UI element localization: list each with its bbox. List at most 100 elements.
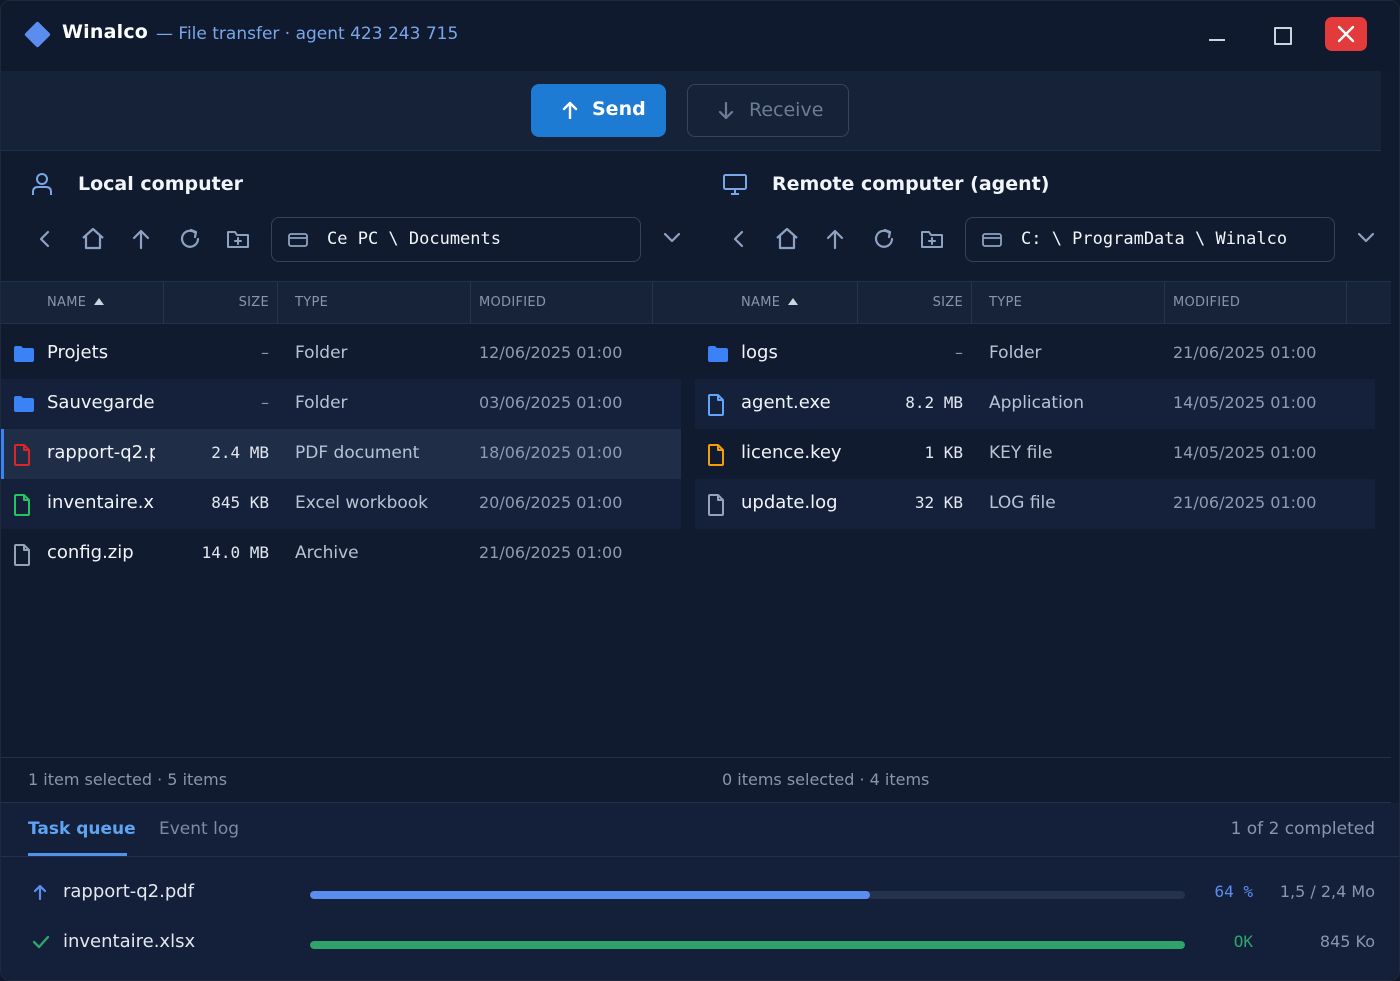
file-row[interactable]: logs – Folder 21/06/2025 01:00 bbox=[695, 329, 1375, 379]
column-header-size[interactable]: SIZE bbox=[163, 282, 269, 324]
folder-icon bbox=[707, 345, 729, 367]
local-path-field[interactable]: Ce PC \ Documents bbox=[271, 217, 641, 262]
column-header-name[interactable]: NAME bbox=[741, 282, 799, 324]
file-row[interactable]: Sauvegardes – Folder 03/06/2025 01:00 bbox=[1, 379, 681, 429]
file-modified: 21/06/2025 01:00 bbox=[479, 543, 623, 562]
file-size: 32 KB bbox=[914, 493, 963, 512]
minimize-button[interactable] bbox=[1207, 23, 1229, 45]
task-row[interactable]: inventaire.xlsx OK 845 Ko bbox=[1, 917, 1399, 967]
remote-table-header: NAME SIZE TYPE MODIFIED bbox=[691, 281, 1391, 324]
file-type: Application bbox=[989, 393, 1084, 413]
monitor-icon bbox=[723, 174, 747, 195]
parent-folder-icon[interactable] bbox=[822, 226, 848, 252]
key-file-icon bbox=[707, 444, 725, 470]
upload-arrow-icon bbox=[33, 884, 47, 900]
progress-fill bbox=[310, 891, 870, 899]
title-bar: Winalco — File transfer · agent 423 243 … bbox=[1, 1, 1399, 71]
file-size: – bbox=[261, 343, 269, 362]
receive-button[interactable]: Receive bbox=[687, 84, 849, 137]
file-name: config.zip bbox=[47, 542, 134, 563]
column-header-name[interactable]: NAME bbox=[47, 282, 105, 324]
file-modified: 18/06/2025 01:00 bbox=[479, 443, 623, 462]
task-row[interactable]: rapport-q2.pdf 64 % 1,5 / 2,4 Mo bbox=[1, 867, 1399, 917]
remote-panel: Remote computer (agent) C: \ ProgramData… bbox=[691, 151, 1399, 757]
file-row[interactable]: licence.key 1 KB KEY file 14/05/2025 01:00 bbox=[695, 429, 1375, 479]
task-bytes: 845 Ko bbox=[1319, 932, 1375, 951]
window-subtitle: — File transfer · agent 423 243 715 bbox=[156, 24, 459, 44]
home-icon[interactable] bbox=[80, 226, 106, 252]
sort-ascending-icon bbox=[94, 298, 105, 305]
new-folder-icon[interactable] bbox=[919, 226, 945, 252]
file-modified: 21/06/2025 01:00 bbox=[1173, 493, 1317, 512]
new-folder-icon[interactable] bbox=[225, 226, 251, 252]
app-window: Winalco — File transfer · agent 423 243 … bbox=[0, 0, 1400, 981]
tab-task-queue[interactable]: Task queue bbox=[28, 819, 136, 839]
progress-fill bbox=[310, 941, 1185, 949]
local-path-text: Ce PC \ Documents bbox=[327, 229, 501, 249]
file-type: KEY file bbox=[989, 443, 1053, 463]
local-status-text: 1 item selected · 5 items bbox=[28, 770, 228, 789]
receive-button-label: Receive bbox=[749, 99, 824, 121]
file-modified: 21/06/2025 01:00 bbox=[1173, 343, 1317, 362]
file-type: PDF document bbox=[295, 443, 420, 463]
file-size: 14.0 MB bbox=[201, 543, 269, 562]
tab-event-log[interactable]: Event log bbox=[159, 819, 239, 839]
archive-file-icon bbox=[13, 544, 31, 570]
file-size: 8.2 MB bbox=[905, 393, 963, 412]
log-file-icon bbox=[707, 494, 725, 520]
folder-icon bbox=[13, 345, 35, 367]
back-icon[interactable] bbox=[32, 226, 58, 252]
chevron-down-icon[interactable] bbox=[1356, 231, 1376, 245]
arrow-up-icon bbox=[562, 101, 578, 119]
column-header-modified[interactable]: MODIFIED bbox=[1173, 282, 1240, 324]
file-row[interactable]: inventaire.xlsx 845 KB Excel workbook 20/06… bbox=[1, 479, 681, 529]
maximize-button[interactable] bbox=[1270, 23, 1292, 45]
sort-ascending-icon bbox=[788, 298, 799, 305]
column-header-modified[interactable]: MODIFIED bbox=[479, 282, 546, 324]
file-type: Folder bbox=[989, 343, 1042, 363]
file-type: Archive bbox=[295, 543, 359, 563]
file-row[interactable]: rapport-q2.pdf 2.4 MB PDF document 18/06/20… bbox=[1, 429, 681, 479]
file-modified: 14/05/2025 01:00 bbox=[1173, 393, 1317, 412]
local-panel-title: Local computer bbox=[78, 173, 243, 195]
parent-folder-icon[interactable] bbox=[128, 226, 154, 252]
progress-track bbox=[310, 941, 1185, 949]
close-button[interactable] bbox=[1325, 17, 1367, 51]
task-file-name: rapport-q2.pdf bbox=[63, 881, 195, 902]
exe-file-icon bbox=[707, 394, 725, 420]
file-row[interactable]: agent.exe 8.2 MB Application 14/05/2025 01:… bbox=[695, 379, 1375, 429]
task-file-name: inventaire.xlsx bbox=[63, 931, 196, 952]
file-size: 845 KB bbox=[211, 493, 269, 512]
file-type: Excel workbook bbox=[295, 493, 429, 513]
file-name: Sauvegardes bbox=[47, 392, 155, 413]
remote-path-field[interactable]: C: \ ProgramData \ Winalco bbox=[965, 217, 1335, 262]
back-icon[interactable] bbox=[726, 226, 752, 252]
file-size: 2.4 MB bbox=[211, 443, 269, 462]
pdf-file-icon bbox=[13, 444, 31, 470]
refresh-icon[interactable] bbox=[177, 226, 203, 252]
close-icon bbox=[1337, 25, 1355, 43]
remote-path-text: C: \ ProgramData \ Winalco bbox=[1021, 229, 1288, 249]
excel-file-icon bbox=[13, 494, 31, 520]
file-modified: 14/05/2025 01:00 bbox=[1173, 443, 1317, 462]
file-row[interactable]: config.zip 14.0 MB Archive 21/06/2025 01:00 bbox=[1, 529, 681, 579]
column-header-type[interactable]: TYPE bbox=[989, 282, 1022, 324]
folder-icon bbox=[13, 395, 35, 417]
file-row[interactable]: update.log 32 KB LOG file 21/06/2025 01:00 bbox=[695, 479, 1375, 529]
column-header-type[interactable]: TYPE bbox=[295, 282, 328, 324]
chevron-down-icon[interactable] bbox=[662, 231, 682, 245]
winalco-logo-icon bbox=[24, 21, 51, 48]
user-icon bbox=[32, 173, 52, 195]
file-modified: 12/06/2025 01:00 bbox=[479, 343, 623, 362]
refresh-icon[interactable] bbox=[871, 226, 897, 252]
selection-indicator bbox=[1, 429, 4, 479]
column-header-size[interactable]: SIZE bbox=[857, 282, 963, 324]
file-row[interactable]: Projets – Folder 12/06/2025 01:00 bbox=[1, 329, 681, 379]
app-name: Winalco bbox=[62, 21, 149, 43]
remote-status-text: 0 items selected · 4 items bbox=[722, 770, 930, 789]
file-size: – bbox=[261, 393, 269, 412]
file-size: – bbox=[955, 343, 963, 362]
home-icon[interactable] bbox=[774, 226, 800, 252]
file-modified: 03/06/2025 01:00 bbox=[479, 393, 623, 412]
send-button[interactable]: Send bbox=[531, 84, 666, 137]
